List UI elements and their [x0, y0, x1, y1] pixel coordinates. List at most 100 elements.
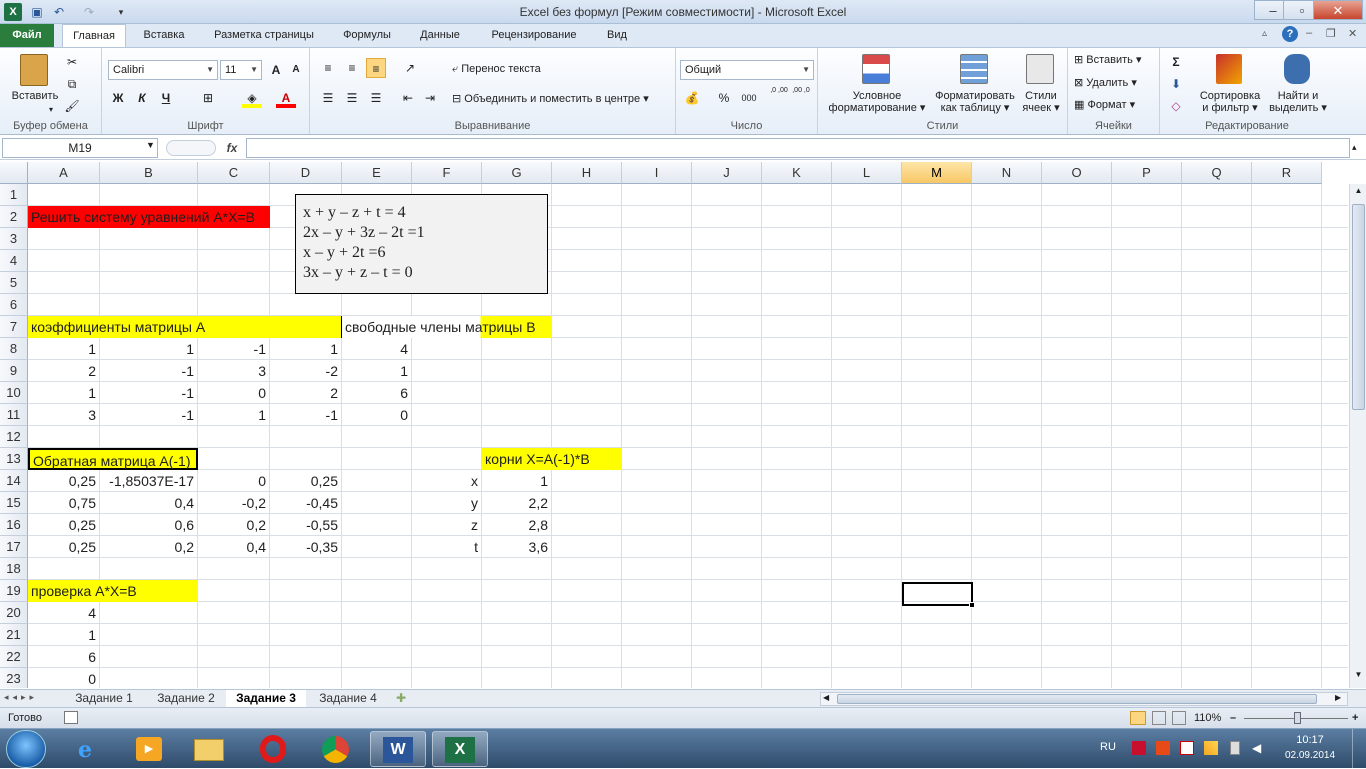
close-button[interactable]: ✕	[1313, 0, 1363, 20]
align-top-icon[interactable]: ≡	[318, 58, 338, 78]
matrix-a-cell[interactable]: 2	[28, 360, 100, 382]
language-indicator[interactable]: RU	[1100, 741, 1116, 753]
row-header-18[interactable]: 18	[0, 558, 28, 580]
row-header-2[interactable]: 2	[0, 206, 28, 228]
check-cell[interactable]: 4	[28, 602, 100, 624]
check-cell[interactable]: 1	[28, 624, 100, 646]
row-header-6[interactable]: 6	[0, 294, 28, 316]
vector-b-cell[interactable]: 4	[342, 338, 412, 360]
tab-home[interactable]: Главная	[62, 24, 126, 48]
row-header-1[interactable]: 1	[0, 184, 28, 206]
row-header-14[interactable]: 14	[0, 470, 28, 492]
merge-center-button[interactable]: ⊟ Объединить и поместить в центре ▾	[452, 93, 649, 105]
check-cell[interactable]: 6	[28, 646, 100, 668]
taskbar-excel[interactable]: X	[432, 731, 488, 767]
column-header-e[interactable]: E	[342, 162, 412, 184]
matrix-a-cell[interactable]: 1	[270, 338, 342, 360]
row-header-11[interactable]: 11	[0, 404, 28, 426]
battery-tray-icon[interactable]	[1230, 741, 1240, 755]
row-header-17[interactable]: 17	[0, 536, 28, 558]
align-right-icon[interactable]: ☰	[366, 88, 386, 108]
tab-view[interactable]: Вид	[596, 24, 638, 47]
inverse-matrix-cell[interactable]: -0,55	[270, 514, 342, 536]
column-header-g[interactable]: G	[482, 162, 552, 184]
scroll-down-icon[interactable]: ▼	[1352, 670, 1365, 684]
sheet-tab[interactable]: Задание 4	[310, 690, 386, 708]
insert-cells-button[interactable]: ⊞ Вставить ▾	[1074, 54, 1142, 66]
scroll-left-icon[interactable]: ◀	[823, 693, 829, 702]
workbook-minimize-icon[interactable]: –	[1306, 27, 1312, 39]
sheet-tab-active[interactable]: Задание 3	[226, 690, 306, 708]
paste-button[interactable]: Вставить	[4, 90, 66, 102]
workbook-restore-icon[interactable]: ❐	[1326, 27, 1336, 40]
inverse-matrix-cell[interactable]: 0,25	[270, 470, 342, 492]
normal-view-icon[interactable]	[1130, 711, 1146, 725]
cut-icon[interactable]: ✂	[62, 52, 82, 72]
taskbar-media[interactable]: ▶	[122, 731, 178, 767]
sheet-tab[interactable]: Задание 2	[148, 690, 224, 708]
tab-review[interactable]: Рецензирование	[480, 24, 588, 47]
column-header-m[interactable]: M	[902, 162, 972, 184]
conditional-formatting-button[interactable]: Условное форматирование ▾	[822, 90, 932, 114]
percent-button[interactable]: %	[714, 88, 734, 108]
scroll-up-icon[interactable]: ▲	[1352, 186, 1365, 200]
scroll-right-icon[interactable]: ▶	[1335, 693, 1341, 702]
sort-filter-button[interactable]: Сортировка и фильтр ▾	[1196, 90, 1264, 114]
row-header-9[interactable]: 9	[0, 360, 28, 382]
row-header-13[interactable]: 13	[0, 448, 28, 470]
row-header-16[interactable]: 16	[0, 514, 28, 536]
row-header-8[interactable]: 8	[0, 338, 28, 360]
column-header-n[interactable]: N	[972, 162, 1042, 184]
cell-a7-matrix-a-label[interactable]: коэффициенты матрицы А	[28, 316, 342, 338]
row-header-3[interactable]: 3	[0, 228, 28, 250]
column-header-q[interactable]: Q	[1182, 162, 1252, 184]
inverse-matrix-cell[interactable]: 0,75	[28, 492, 100, 514]
column-header-l[interactable]: L	[832, 162, 902, 184]
italic-button[interactable]: К	[132, 88, 152, 108]
matrix-a-cell[interactable]: -1	[198, 338, 270, 360]
security-tray-icon[interactable]	[1156, 741, 1170, 755]
network-tray-icon[interactable]	[1204, 741, 1218, 755]
column-header-d[interactable]: D	[270, 162, 342, 184]
clock-time[interactable]: 10:17	[1284, 734, 1336, 746]
root-value-cell[interactable]: 1	[482, 470, 552, 492]
matrix-a-cell[interactable]: 1	[28, 338, 100, 360]
inverse-matrix-cell[interactable]: -0,45	[270, 492, 342, 514]
insert-sheet-icon[interactable]: ✚	[396, 691, 406, 705]
row-header-4[interactable]: 4	[0, 250, 28, 272]
column-header-o[interactable]: O	[1042, 162, 1112, 184]
matrix-a-cell[interactable]: -1	[100, 404, 198, 426]
delete-cells-button[interactable]: ⊠ Удалить ▾	[1074, 77, 1137, 89]
format-as-table-button[interactable]: Форматировать как таблицу ▾	[930, 90, 1020, 114]
matrix-a-cell[interactable]: 2	[270, 382, 342, 404]
cell-g13-roots-label[interactable]: корни Х=А(-1)*В	[482, 448, 622, 470]
tab-insert[interactable]: Вставка	[134, 24, 194, 47]
row-header-10[interactable]: 10	[0, 382, 28, 404]
grow-font-button[interactable]: A	[266, 60, 286, 80]
root-value-cell[interactable]: 3,6	[482, 536, 552, 558]
borders-icon[interactable]: ⊞	[198, 88, 218, 108]
vector-b-cell[interactable]: 1	[342, 360, 412, 382]
inverse-matrix-cell[interactable]: 0,2	[198, 514, 270, 536]
row-header-22[interactable]: 22	[0, 646, 28, 668]
vertical-scrollbar[interactable]: ▲ ▼	[1349, 184, 1366, 688]
root-value-cell[interactable]: 2,2	[482, 492, 552, 514]
underline-button[interactable]: Ч	[156, 88, 176, 108]
taskbar-chrome[interactable]	[308, 731, 364, 767]
equations-textbox[interactable]: x + y – z + t = 4 2x – y + 3z – 2t =1 x …	[295, 194, 548, 294]
namebox-dropdown-icon[interactable]: ▼	[146, 140, 155, 150]
cell-a19-check-label[interactable]: проверка А*Х=В	[28, 580, 198, 602]
fill-color-icon[interactable]: ◈	[242, 88, 262, 108]
sheet-nav-icon[interactable]: ◂◂▸▸	[4, 692, 38, 703]
select-all-corner[interactable]	[0, 162, 28, 184]
inverse-matrix-cell[interactable]: 0,4	[100, 492, 198, 514]
pdf-tray-icon[interactable]	[1132, 741, 1146, 755]
inverse-matrix-cell[interactable]: 0,25	[28, 470, 100, 492]
clock-date[interactable]: 02.09.2014	[1280, 750, 1340, 761]
flag-tray-icon[interactable]	[1180, 741, 1194, 755]
column-header-i[interactable]: I	[622, 162, 692, 184]
root-name-cell[interactable]: y	[412, 492, 482, 514]
start-button[interactable]	[6, 730, 46, 768]
row-header-12[interactable]: 12	[0, 426, 28, 448]
column-header-b[interactable]: B	[100, 162, 198, 184]
